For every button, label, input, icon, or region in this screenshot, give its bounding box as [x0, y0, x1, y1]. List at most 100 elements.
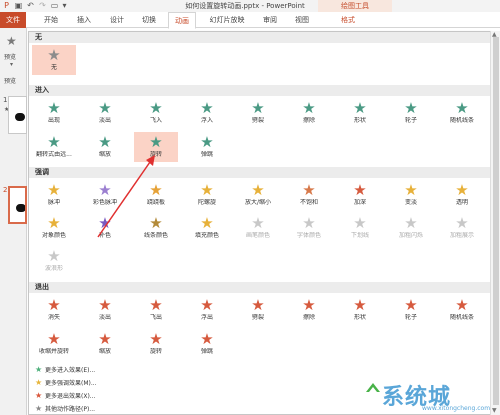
animation-star-icon: ★ — [98, 181, 112, 199]
animation-label: 翻转式由远... — [36, 151, 72, 158]
animation-gallery-exit_row1-8[interactable]: ★ 随机线条 — [440, 295, 484, 325]
animation-gallery-entrance_row1-6[interactable]: ★ 形状 — [338, 98, 382, 128]
tab-8[interactable]: 视图 — [289, 12, 315, 28]
preview-dropdown-icon[interactable]: ▾ — [10, 61, 13, 68]
scroll-thumb[interactable] — [493, 37, 499, 405]
animation-label: 随机线条 — [449, 314, 474, 321]
animation-gallery-exit_row1-1[interactable]: ★ 淡出 — [83, 295, 127, 325]
animation-gallery-emphasis_row2-8[interactable]: ★ 加粗展示 — [440, 213, 484, 243]
slide-thumbnail-2[interactable] — [8, 186, 27, 224]
tab-5[interactable]: 动画 — [168, 12, 196, 29]
animation-gallery-entrance_row1-5[interactable]: ★ 擦除 — [287, 98, 331, 128]
animation-star-icon: ★ — [455, 99, 469, 117]
animation-gallery-entrance_row1-8[interactable]: ★ 随机线条 — [440, 98, 484, 128]
animation-gallery-emphasis_row2-2[interactable]: ★ 线条颜色 — [134, 213, 178, 243]
animation-label: 对象颜色 — [41, 232, 66, 239]
animation-gallery-entrance_row1-0[interactable]: ★ 出现 — [32, 98, 76, 128]
animation-gallery-emphasis_row1-0[interactable]: ★ 脉冲 — [32, 180, 76, 210]
animation-gallery-emphasis_row1-4[interactable]: ★ 放大/缩小 — [236, 180, 280, 210]
animation-gallery-entrance_row2-1[interactable]: ★ 缩放 — [83, 132, 127, 162]
animation-gallery-emphasis_row1-6[interactable]: ★ 加深 — [338, 180, 382, 210]
more-effects-link-3[interactable]: ★ 其他动作路径(P)... — [35, 404, 95, 414]
animation-gallery-none_item-label[interactable]: ★ 无 — [32, 45, 76, 75]
animation-gallery-emphasis_row1-3[interactable]: ★ 陀螺旋 — [185, 180, 229, 210]
animation-gallery-exit_row1-0[interactable]: ★ 消失 — [32, 295, 76, 325]
customize-toolbar-icon[interactable]: ▾ — [60, 1, 69, 10]
animation-gallery-exit_row1-3[interactable]: ★ 浮出 — [185, 295, 229, 325]
animation-gallery-entrance_row1-4[interactable]: ★ 劈裂 — [236, 98, 280, 128]
watermark: 系统城 www.xitongcheng.com — [360, 376, 500, 415]
animation-gallery-entrance_row2-3[interactable]: ★ 弹跳 — [185, 132, 229, 162]
section-header-emphasis: 强调 — [29, 167, 490, 178]
animation-star-icon: ★ — [251, 296, 265, 314]
animation-gallery-emphasis_row2-7[interactable]: ★ 加粗闪烁 — [389, 213, 433, 243]
section-header-entrance: 进入 — [29, 85, 490, 96]
tab-6[interactable]: 幻灯片放映 — [203, 12, 251, 28]
start-from-beginning-icon[interactable]: ▭ — [50, 1, 59, 10]
tab-0[interactable]: 文件 — [0, 12, 26, 28]
animation-gallery-emphasis_row2-0[interactable]: ★ 对象颜色 — [32, 213, 76, 243]
animation-gallery-entrance_row2-0[interactable]: ★ 翻转式由远... — [32, 132, 76, 162]
animation-gallery-emphasis_row2-5[interactable]: ★ 字体颜色 — [287, 213, 331, 243]
animation-gallery-entrance_row1-3[interactable]: ★ 浮入 — [185, 98, 229, 128]
tab-4[interactable]: 切换 — [136, 12, 162, 28]
animation-label: 填充颜色 — [194, 232, 219, 239]
more-effects-star-icon: ★ — [35, 378, 43, 387]
animation-gallery-entrance_row1-7[interactable]: ★ 轮子 — [389, 98, 433, 128]
animation-label: 波浪形 — [44, 265, 63, 272]
animation-label: 轮子 — [404, 314, 417, 321]
animation-gallery-exit_row1-7[interactable]: ★ 轮子 — [389, 295, 433, 325]
animation-gallery-exit_row1-5[interactable]: ★ 擦除 — [287, 295, 331, 325]
animation-gallery-emphasis_row2-6[interactable]: ★ 下划线 — [338, 213, 382, 243]
animation-gallery-emphasis_row3-0[interactable]: ★ 波浪形 — [32, 246, 76, 276]
preview-star-icon[interactable]: ★ — [6, 34, 17, 48]
animation-gallery-exit_row1-2[interactable]: ★ 飞出 — [134, 295, 178, 325]
animation-label: 浮出 — [200, 314, 213, 321]
save-icon[interactable]: ▣ — [14, 1, 23, 10]
animation-gallery-exit_row1-4[interactable]: ★ 劈裂 — [236, 295, 280, 325]
tab-2[interactable]: 插入 — [71, 12, 97, 28]
animation-gallery-emphasis_row1-5[interactable]: ★ 不饱和 — [287, 180, 331, 210]
preview-button[interactable]: 预览 — [4, 52, 16, 61]
animation-star-icon: ★ — [353, 214, 367, 232]
animation-gallery-entrance_row2-2[interactable]: ★ 旋转 — [134, 132, 178, 162]
more-effects-star-icon: ★ — [35, 391, 43, 400]
animation-gallery-exit_row2-3[interactable]: ★ 弹跳 — [185, 329, 229, 359]
animation-gallery-emphasis_row1-7[interactable]: ★ 变淡 — [389, 180, 433, 210]
animation-gallery-exit_row2-2[interactable]: ★ 旋转 — [134, 329, 178, 359]
slide-number-1: 1 — [3, 96, 8, 104]
tab-7[interactable]: 审阅 — [257, 12, 283, 28]
gallery-scrollbar[interactable]: ▲ ▼ — [490, 31, 500, 415]
animation-gallery-exit_row1-6[interactable]: ★ 形状 — [338, 295, 382, 325]
more-effects-link-1[interactable]: ★ 更多强调效果(M)... — [35, 378, 97, 388]
animation-gallery-emphasis_row1-2[interactable]: ★ 跷跷板 — [134, 180, 178, 210]
title-bar: P ▣ ↶ ↷ ▭ ▾ 如何设置旋转动画.pptx - PowerPoint 绘… — [0, 0, 500, 12]
ribbon-tabs: 文件 开始 插入 设计 切换 动画 幻灯片放映 审阅 视图 格式 — [0, 12, 500, 29]
animation-label: 飞入 — [149, 117, 162, 124]
animation-gallery-emphasis_row2-1[interactable]: ★ 补色 — [83, 213, 127, 243]
animation-label: 形状 — [353, 117, 366, 124]
tab-9[interactable]: 格式 — [334, 12, 362, 28]
animation-gallery-emphasis_row2-4[interactable]: ★ 画笔颜色 — [236, 213, 280, 243]
animation-star-icon: ★ — [47, 99, 61, 117]
animation-gallery-exit_row2-0[interactable]: ★ 收缩并旋转 — [32, 329, 76, 359]
undo-icon[interactable]: ↶ — [26, 1, 35, 10]
animation-gallery-exit_row2-1[interactable]: ★ 缩放 — [83, 329, 127, 359]
animation-gallery-emphasis_row1-8[interactable]: ★ 透明 — [440, 180, 484, 210]
tab-3[interactable]: 设计 — [104, 12, 130, 28]
animation-gallery-emphasis_row2-3[interactable]: ★ 填充颜色 — [185, 213, 229, 243]
animation-star-icon: ★ — [404, 99, 418, 117]
animation-gallery-entrance_row1-1[interactable]: ★ 淡出 — [83, 98, 127, 128]
redo-icon[interactable]: ↷ — [38, 1, 47, 10]
animation-gallery-emphasis_row1-1[interactable]: ★ 彩色脉冲 — [83, 180, 127, 210]
more-effects-link-2[interactable]: ★ 更多退出效果(X)... — [35, 391, 96, 401]
slide-thumbnail-1[interactable] — [8, 96, 27, 134]
animation-star-icon: ★ — [47, 133, 61, 151]
animation-gallery-entrance_row1-2[interactable]: ★ 飞入 — [134, 98, 178, 128]
animation-label: 旋转 — [149, 348, 162, 355]
animation-label: 缩放 — [98, 151, 111, 158]
more-effects-link-0[interactable]: ★ 更多进入效果(E)... — [35, 365, 95, 375]
animation-star-icon: ★ — [404, 181, 418, 199]
tab-1[interactable]: 开始 — [38, 12, 64, 28]
more-effects-label: 更多强调效果(M)... — [45, 380, 97, 387]
